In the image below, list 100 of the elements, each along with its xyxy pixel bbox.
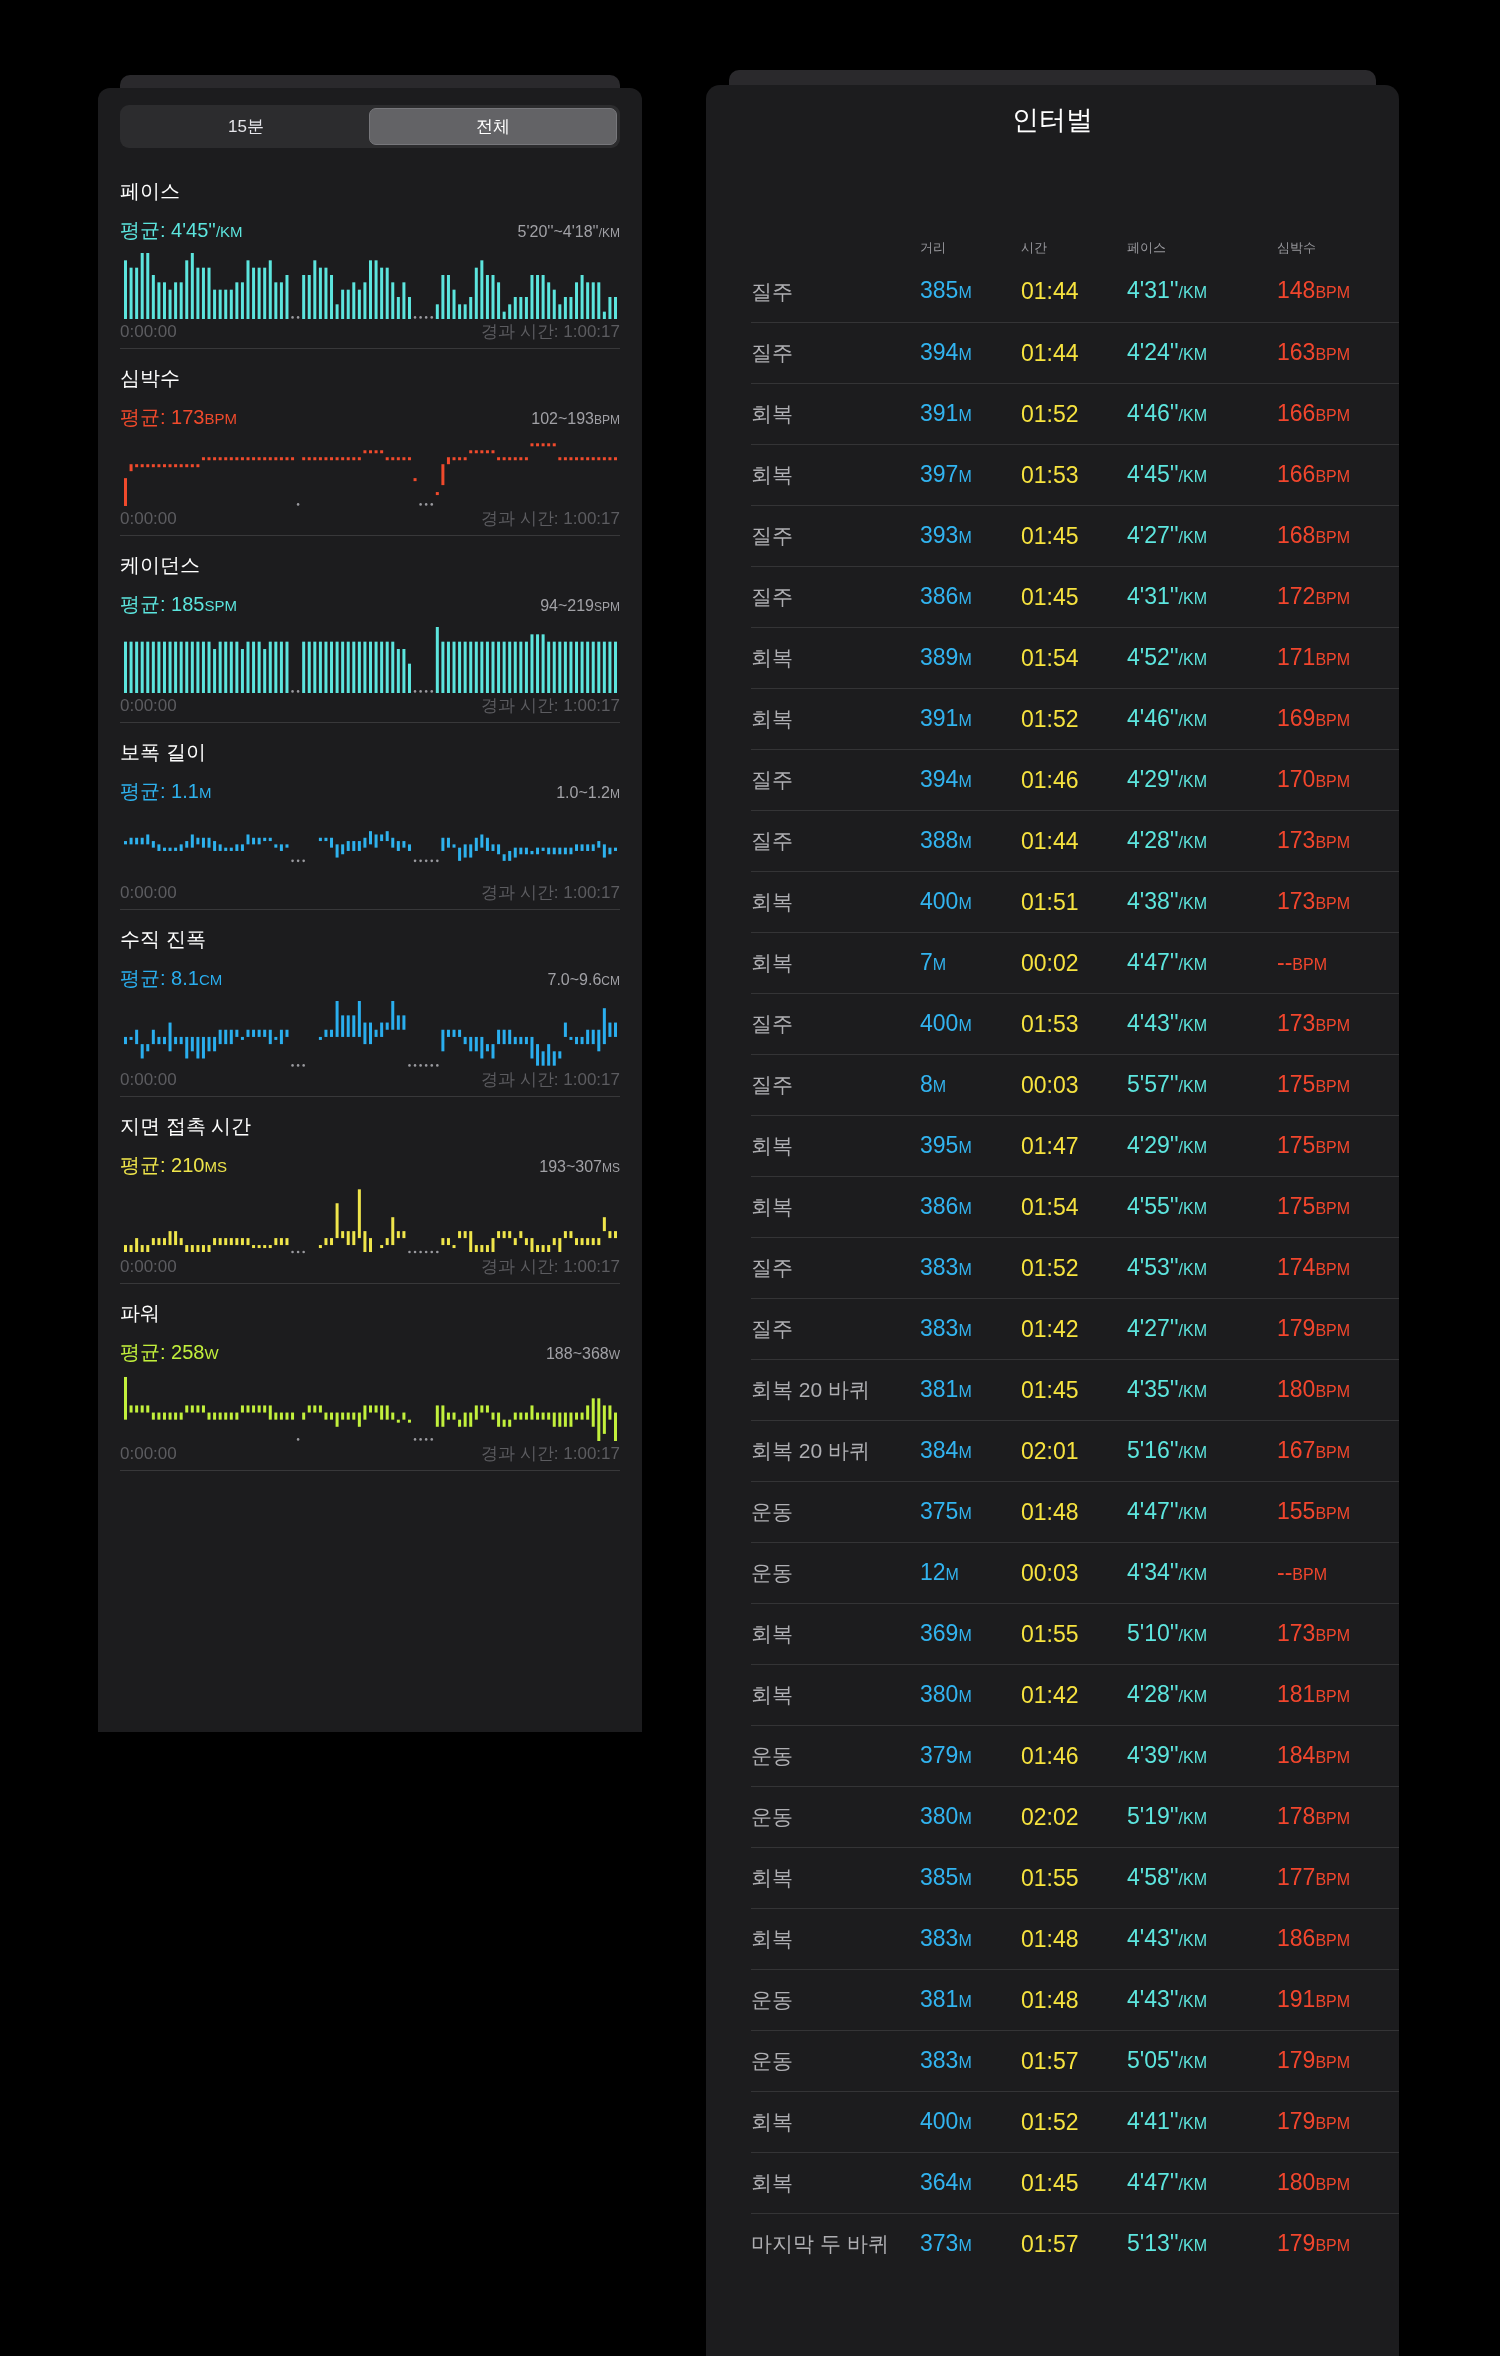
start-time: 0:00:00 [120,1070,177,1090]
distance-cell: 394M [920,765,972,792]
time-cell: 01:48 [1021,1986,1079,2013]
time-cell: 01:57 [1021,2047,1079,2074]
heart-rate-cell: 180BPM [1277,2168,1351,2195]
metric-title: 페이스 [120,179,181,204]
value-range: 1.0~1.2M [556,783,620,803]
heart-rate-cell: 173BPM [1277,1009,1351,1036]
average-value: 평균: 185SPM [120,592,237,617]
interval-name: 회복 20 바퀴 [751,1378,871,1401]
pace-cell: 4'43''/KM [1127,1985,1207,2012]
pace-cell: 4'34''/KM [1127,1558,1207,1585]
pace-cell: 5'05''/KM [1127,2046,1207,2073]
average-value: 평균: 4'45''/KM [120,218,243,243]
column-header: 심박수 [1277,240,1316,255]
average-value: 평균: 210MS [120,1153,227,1178]
distance-cell: 383M [920,1924,972,1951]
interval-name: 회복 20 바퀴 [751,1439,871,1462]
column-header: 페이스 [1127,240,1166,255]
pace-cell: 4'27''/KM [1127,1314,1207,1341]
time-cell: 01:48 [1021,1925,1079,1952]
heart-rate-cell: 175BPM [1277,1192,1351,1219]
average-value: 평균: 1.1M [120,779,212,804]
pace-cell: 4'31''/KM [1127,277,1207,303]
pace-cell: 4'45''/KM [1127,460,1207,487]
heart-rate-cell: 179BPM [1277,2107,1351,2134]
segment-tab[interactable]: 15분 [123,108,369,145]
heart-rate-cell: 179BPM [1277,2046,1351,2073]
distance-cell: 386M [920,582,972,609]
interval-name: 질주 [751,1317,793,1340]
elapsed-time: 경과 시간: 1:00:17 [481,883,620,903]
heart-rate-cell: --BPM [1277,1558,1327,1585]
distance-cell: 373M [920,2229,972,2256]
time-cell: 02:02 [1021,1803,1079,1830]
time-cell: 01:44 [1021,339,1079,366]
distance-cell: 386M [920,1192,972,1219]
heart-rate-cell: 186BPM [1277,1924,1351,1951]
time-cell: 01:54 [1021,644,1079,671]
pace-cell: 4'58''/KM [1127,1863,1207,1890]
metric-title: 보폭 길이 [120,740,207,765]
distance-cell: 388M [920,826,972,853]
distance-cell: 12M [920,1558,959,1585]
interval-name: 회복 [751,1622,793,1645]
heart-rate-cell: 184BPM [1277,1741,1351,1768]
pace-cell: 5'13''/KM [1127,2229,1207,2256]
time-cell: 01:52 [1021,705,1079,732]
time-cell: 00:02 [1021,949,1079,976]
start-time: 0:00:00 [120,1257,177,1277]
time-cell: 01:46 [1021,766,1079,793]
heart-rate-cell: 168BPM [1277,521,1351,548]
time-cell: 00:03 [1021,1559,1079,1586]
time-cell: 01:46 [1021,1742,1079,1769]
panel-title: 인터벌 [1012,104,1093,137]
interval-name: 회복 [751,463,793,486]
interval-name: 질주 [751,768,793,791]
interval-name: 회복 [751,1866,793,1889]
interval-name: 운동 [751,1744,793,1767]
average-value: 평균: 258W [120,1340,219,1365]
start-time: 0:00:00 [120,509,177,529]
time-cell: 01:52 [1021,400,1079,427]
heart-rate-cell: 191BPM [1277,1985,1351,2012]
heart-rate-cell: 155BPM [1277,1497,1351,1524]
interval-name: 운동 [751,1805,793,1828]
distance-cell: 400M [920,1009,972,1036]
elapsed-time: 경과 시간: 1:00:17 [481,1070,620,1090]
pace-cell: 4'47''/KM [1127,948,1207,975]
pace-cell: 4'38''/KM [1127,887,1207,914]
pace-cell: 4'29''/KM [1127,1131,1207,1158]
heart-rate-cell: 178BPM [1277,1802,1351,1829]
interval-name: 마지막 두 바퀴 [751,2232,889,2255]
interval-name: 회복 [751,890,793,913]
time-cell: 01:54 [1021,1193,1079,1220]
heart-rate-cell: 173BPM [1277,887,1351,914]
metric-title: 지면 접촉 시간 [120,1114,253,1139]
heart-rate-cell: 179BPM [1277,2229,1351,2256]
time-cell: 01:53 [1021,1010,1079,1037]
time-cell: 01:52 [1021,1254,1079,1281]
distance-cell: 7M [920,948,947,975]
pace-cell: 4'55''/KM [1127,1192,1207,1219]
interval-name: 회복 [751,951,793,974]
pace-cell: 4'47''/KM [1127,1497,1207,1524]
distance-cell: 397M [920,460,972,487]
interval-name: 회복 [751,1927,793,1950]
pace-cell: 5'10''/KM [1127,1619,1207,1646]
interval-name: 회복 [751,2171,793,2194]
interval-name: 질주 [751,524,793,547]
pace-cell: 4'27''/KM [1127,521,1207,548]
interval-name: 질주 [751,1073,793,1096]
heart-rate-cell: --BPM [1277,948,1327,975]
pace-cell: 4'46''/KM [1127,399,1207,426]
distance-cell: 8M [920,1070,947,1097]
interval-name: 운동 [751,1988,793,2011]
heart-rate-cell: 173BPM [1277,1619,1351,1646]
interval-name: 회복 [751,707,793,730]
distance-cell: 400M [920,887,972,914]
pace-cell: 4'47''/KM [1127,2168,1207,2195]
segment-tab[interactable]: 전체 [369,108,617,145]
elapsed-time: 경과 시간: 1:00:17 [481,509,620,529]
time-cell: 01:44 [1021,827,1079,854]
interval-name: 회복 [751,2110,793,2133]
